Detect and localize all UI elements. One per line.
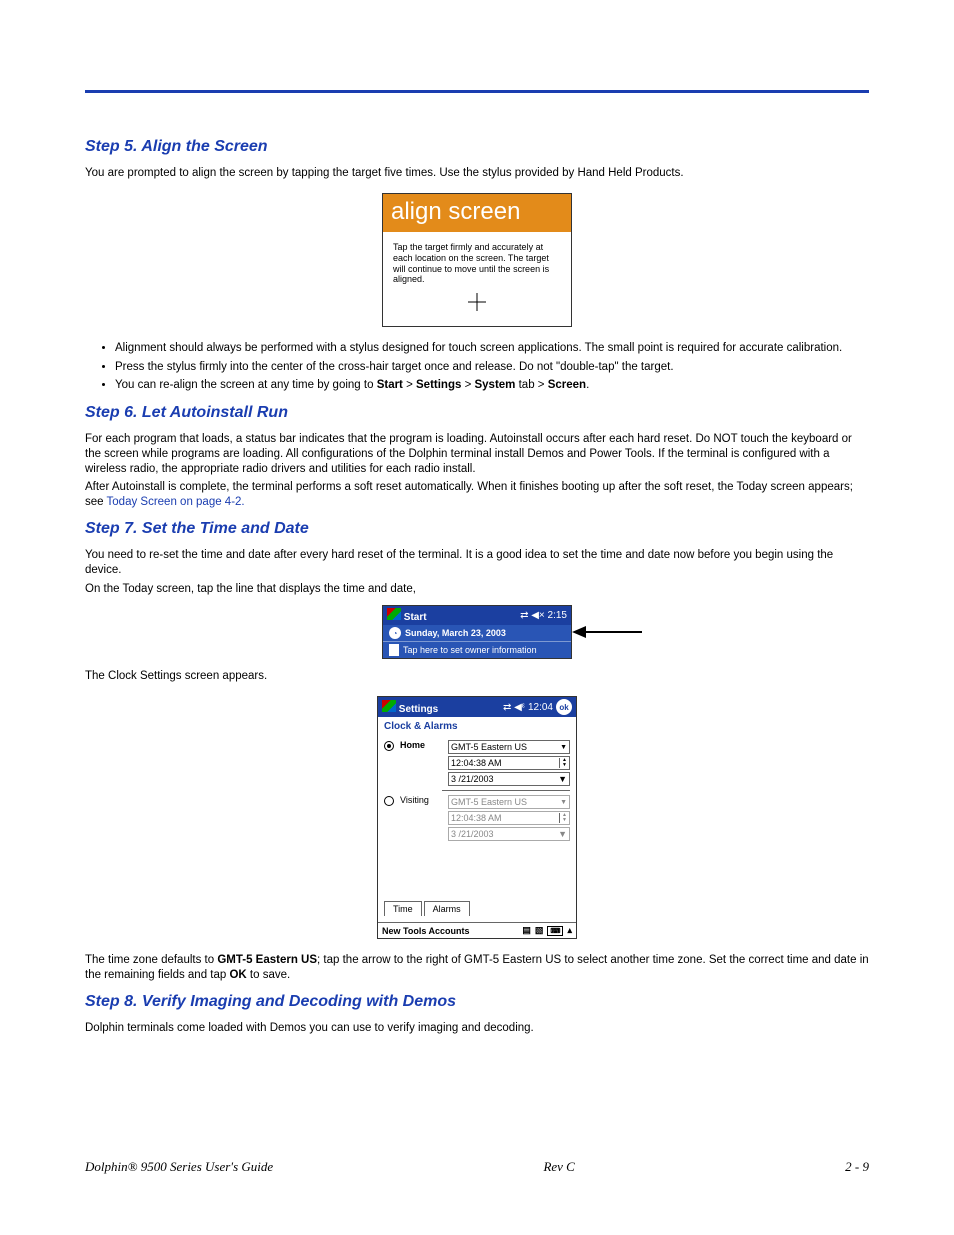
today-owner-row[interactable]: Tap here to set owner information [383, 642, 571, 658]
step5-bullets: Alignment should always be performed wit… [115, 341, 869, 394]
windows-flag-icon-2 [382, 700, 396, 712]
step8-heading: Step 8. Verify Imaging and Decoding with… [85, 993, 869, 1011]
visiting-time-input[interactable]: 12:04:38 AM ▲▼ [448, 811, 570, 825]
visiting-tz: GMT-5 Eastern US [451, 797, 527, 807]
nav-start: Start [377, 379, 403, 391]
windows-flag-icon [387, 608, 401, 620]
home-timezone-select[interactable]: GMT-5 Eastern US ▼ [448, 740, 570, 754]
keyboard-icon[interactable]: ⌨ [547, 926, 563, 936]
align-screen-figure: align screen Tap the target firmly and a… [85, 193, 869, 327]
step7-p3: The Clock Settings screen appears. [85, 669, 869, 684]
visiting-row: Visiting GMT-5 Eastern US ▼ 12:04:38 AM ▲▼… [384, 795, 570, 841]
align-screen-box: align screen Tap the target firmly and a… [382, 193, 572, 327]
settings-body: Home GMT-5 Eastern US ▼ 12:04:38 AM ▲▼ 3 /… [378, 740, 576, 922]
home-tz: GMT-5 Eastern US [451, 742, 527, 752]
settings-tabs: Time Alarms [384, 901, 570, 916]
today-screen-figure: Start ⇄ ◀× 2:15 ◔ Sunday, March 23, 2003… [85, 605, 869, 659]
p4-pre: The time zone defaults to [85, 954, 217, 966]
home-label: Home [400, 740, 442, 750]
step7-heading: Step 7. Set the Time and Date [85, 520, 869, 538]
chevron-down-icon: ▼ [558, 774, 567, 784]
home-clock: 12:04:38 AM [451, 758, 502, 768]
chevron-down-icon: ▼ [560, 744, 567, 751]
step7-p2: On the Today screen, tap the line that d… [85, 582, 869, 597]
today-owner-text: Tap here to set owner information [403, 645, 537, 655]
home-date: 3 /21/2003 [451, 774, 494, 784]
step5-bullet-3: You can re-align the screen at any time … [115, 378, 869, 394]
crosshair-icon [393, 293, 561, 314]
header-rule [85, 90, 869, 93]
page-footer: Dolphin® 9500 Series User's Guide Rev C … [85, 1159, 869, 1175]
settings-menubar: New Tools Accounts ▤ ▧ ⌨ ▴ [378, 922, 576, 938]
pointer-arrow [572, 625, 642, 640]
visiting-date-input[interactable]: 3 /21/2003 ▼ [448, 827, 570, 841]
note-icon[interactable]: ▤ [522, 925, 531, 936]
step5-intro: You are prompted to align the screen by … [85, 166, 869, 181]
home-radio[interactable] [384, 741, 394, 751]
settings-titlebar: Settings ⇄ ◀ᵋ 12:04 ok [378, 697, 576, 717]
time-spinner[interactable]: ▲▼ [559, 758, 567, 768]
clock-settings-box: Settings ⇄ ◀ᵋ 12:04 ok Clock & Alarms Ho… [377, 696, 577, 939]
visiting-timezone-select[interactable]: GMT-5 Eastern US ▼ [448, 795, 570, 809]
time-spinner-2[interactable]: ▲▼ [559, 813, 567, 823]
nav-tab-word: tab > [515, 379, 547, 391]
settings-title-text: Settings [399, 704, 438, 715]
menu-items[interactable]: New Tools Accounts [382, 926, 470, 936]
owner-icon [389, 644, 399, 656]
today-date: Sunday, March 23, 2003 [405, 628, 506, 638]
tab-alarms[interactable]: Alarms [424, 901, 470, 916]
align-screen-text: Tap the target firmly and accurately at … [393, 242, 549, 284]
settings-subtitle: Clock & Alarms [378, 717, 576, 740]
nav-system: System [474, 379, 515, 391]
up-arrow-icon[interactable]: ▴ [567, 925, 572, 936]
step5-b3-pre: You can re-align the screen at any time … [115, 379, 377, 391]
clock-icon: ◔ [389, 627, 401, 639]
visiting-label: Visiting [400, 795, 442, 805]
step7-p1: You need to re-set the time and date aft… [85, 548, 869, 578]
home-row: Home GMT-5 Eastern US ▼ 12:04:38 AM ▲▼ 3 /… [384, 740, 570, 786]
p4-bold1: GMT-5 Eastern US [217, 954, 317, 966]
step5-heading: Step 5. Align the Screen [85, 138, 869, 156]
footer-center: Rev C [543, 1159, 574, 1175]
tab-time[interactable]: Time [384, 901, 422, 916]
home-time-input[interactable]: 12:04:38 AM ▲▼ [448, 756, 570, 770]
step5-bullet-1: Alignment should always be performed wit… [115, 341, 869, 357]
send-icon[interactable]: ▧ [535, 925, 544, 936]
step8-p1: Dolphin terminals come loaded with Demos… [85, 1021, 869, 1036]
step6-heading: Step 6. Let Autoinstall Run [85, 404, 869, 422]
footer-right: 2 - 9 [845, 1159, 869, 1175]
today-title: Start [404, 612, 427, 623]
chevron-down-icon: ▼ [560, 799, 567, 806]
step6-p1: For each program that loads, a status ba… [85, 432, 869, 477]
today-screen-link[interactable]: Today Screen on page 4-2. [107, 496, 245, 508]
nav-screen: Screen [548, 379, 586, 391]
home-date-input[interactable]: 3 /21/2003 ▼ [448, 772, 570, 786]
today-screen-box: Start ⇄ ◀× 2:15 ◔ Sunday, March 23, 2003… [382, 605, 572, 659]
nav-settings: Settings [416, 379, 461, 391]
page-content: Step 5. Align the Screen You are prompte… [0, 0, 954, 1036]
clock-settings-figure: Settings ⇄ ◀ᵋ 12:04 ok Clock & Alarms Ho… [85, 696, 869, 939]
step5-bullet-2: Press the stylus firmly into the center … [115, 360, 869, 376]
today-status-icons: ⇄ ◀× 2:15 [520, 610, 567, 621]
footer-left: Dolphin® 9500 Series User's Guide [85, 1159, 273, 1175]
align-screen-title: align screen [383, 194, 571, 232]
p4-bold2: OK [229, 969, 246, 981]
chevron-down-icon: ▼ [558, 829, 567, 839]
visiting-clock: 12:04:38 AM [451, 813, 502, 823]
align-screen-body: Tap the target firmly and accurately at … [383, 232, 571, 326]
p4-post: to save. [247, 969, 290, 981]
visiting-date: 3 /21/2003 [451, 829, 494, 839]
today-date-row[interactable]: ◔ Sunday, March 23, 2003 [383, 625, 571, 642]
step6-p2: After Autoinstall is complete, the termi… [85, 480, 869, 510]
ok-button[interactable]: ok [556, 699, 572, 715]
today-titlebar: Start ⇄ ◀× 2:15 [383, 606, 571, 625]
visiting-radio[interactable] [384, 796, 394, 806]
today-time: 2:15 [548, 610, 567, 621]
step7-p4: The time zone defaults to GMT-5 Eastern … [85, 953, 869, 983]
settings-time: 12:04 [528, 702, 553, 713]
